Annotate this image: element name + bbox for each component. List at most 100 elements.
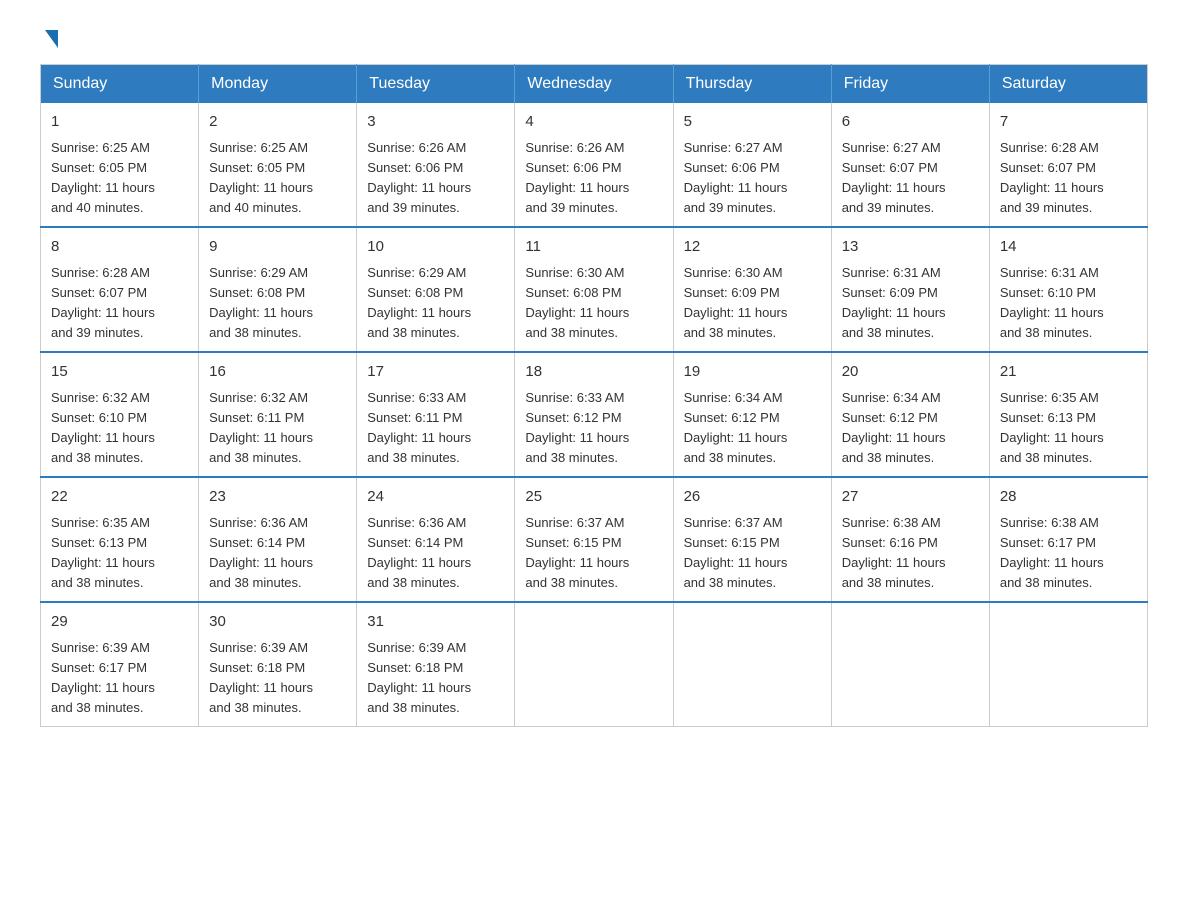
week-row-2: 8 Sunrise: 6:28 AMSunset: 6:07 PMDaylight…: [41, 227, 1148, 352]
calendar-table: SundayMondayTuesdayWednesdayThursdayFrid…: [40, 64, 1148, 727]
day-info: Sunrise: 6:36 AMSunset: 6:14 PMDaylight:…: [367, 515, 471, 590]
day-number: 27: [842, 486, 979, 509]
day-number: 15: [51, 361, 188, 384]
day-info: Sunrise: 6:38 AMSunset: 6:17 PMDaylight:…: [1000, 515, 1104, 590]
day-number: 8: [51, 236, 188, 259]
day-info: Sunrise: 6:27 AMSunset: 6:06 PMDaylight:…: [684, 140, 788, 215]
calendar-cell: 2 Sunrise: 6:25 AMSunset: 6:05 PMDaylight…: [199, 103, 357, 227]
calendar-cell: 18 Sunrise: 6:33 AMSunset: 6:12 PMDayligh…: [515, 352, 673, 477]
logo: [40, 30, 58, 44]
calendar-cell: 8 Sunrise: 6:28 AMSunset: 6:07 PMDaylight…: [41, 227, 199, 352]
calendar-cell: 22 Sunrise: 6:35 AMSunset: 6:13 PMDayligh…: [41, 477, 199, 602]
day-info: Sunrise: 6:39 AMSunset: 6:17 PMDaylight:…: [51, 640, 155, 715]
header-tuesday: Tuesday: [357, 65, 515, 104]
calendar-cell: 4 Sunrise: 6:26 AMSunset: 6:06 PMDaylight…: [515, 103, 673, 227]
calendar-cell: 23Sunrise: 6:36 AMSunset: 6:14 PMDayligh…: [199, 477, 357, 602]
calendar-cell: 21 Sunrise: 6:35 AMSunset: 6:13 PMDayligh…: [989, 352, 1147, 477]
day-info: Sunrise: 6:26 AMSunset: 6:06 PMDaylight:…: [367, 140, 471, 215]
calendar-cell: 7 Sunrise: 6:28 AMSunset: 6:07 PMDaylight…: [989, 103, 1147, 227]
day-number: 21: [1000, 361, 1137, 384]
day-number: 16: [209, 361, 346, 384]
day-number: 25: [525, 486, 662, 509]
calendar-cell: [673, 602, 831, 727]
header-saturday: Saturday: [989, 65, 1147, 104]
day-number: 9: [209, 236, 346, 259]
calendar-cell: 3 Sunrise: 6:26 AMSunset: 6:06 PMDaylight…: [357, 103, 515, 227]
day-info: Sunrise: 6:25 AMSunset: 6:05 PMDaylight:…: [51, 140, 155, 215]
day-info: Sunrise: 6:28 AMSunset: 6:07 PMDaylight:…: [1000, 140, 1104, 215]
calendar-cell: 10 Sunrise: 6:29 AMSunset: 6:08 PMDayligh…: [357, 227, 515, 352]
day-info: Sunrise: 6:39 AMSunset: 6:18 PMDaylight:…: [209, 640, 313, 715]
day-number: 2: [209, 111, 346, 134]
day-info: Sunrise: 6:28 AMSunset: 6:07 PMDaylight:…: [51, 265, 155, 340]
calendar-cell: 31 Sunrise: 6:39 AMSunset: 6:18 PMDayligh…: [357, 602, 515, 727]
day-number: 17: [367, 361, 504, 384]
day-info: Sunrise: 6:35 AMSunset: 6:13 PMDaylight:…: [51, 515, 155, 590]
page-header: [40, 30, 1148, 44]
calendar-cell: 25Sunrise: 6:37 AMSunset: 6:15 PMDayligh…: [515, 477, 673, 602]
header-wednesday: Wednesday: [515, 65, 673, 104]
day-number: 24: [367, 486, 504, 509]
header-friday: Friday: [831, 65, 989, 104]
day-number: 23: [209, 486, 346, 509]
calendar-cell: 9 Sunrise: 6:29 AMSunset: 6:08 PMDaylight…: [199, 227, 357, 352]
day-info: Sunrise: 6:27 AMSunset: 6:07 PMDaylight:…: [842, 140, 946, 215]
calendar-cell: 26Sunrise: 6:37 AMSunset: 6:15 PMDayligh…: [673, 477, 831, 602]
day-info: Sunrise: 6:31 AMSunset: 6:09 PMDaylight:…: [842, 265, 946, 340]
week-row-5: 29 Sunrise: 6:39 AMSunset: 6:17 PMDayligh…: [41, 602, 1148, 727]
calendar-cell: 30Sunrise: 6:39 AMSunset: 6:18 PMDayligh…: [199, 602, 357, 727]
day-info: Sunrise: 6:39 AMSunset: 6:18 PMDaylight:…: [367, 640, 471, 715]
day-info: Sunrise: 6:29 AMSunset: 6:08 PMDaylight:…: [209, 265, 313, 340]
calendar-body: 1 Sunrise: 6:25 AMSunset: 6:05 PMDaylight…: [41, 103, 1148, 727]
day-number: 18: [525, 361, 662, 384]
day-info: Sunrise: 6:35 AMSunset: 6:13 PMDaylight:…: [1000, 390, 1104, 465]
calendar-cell: 5 Sunrise: 6:27 AMSunset: 6:06 PMDaylight…: [673, 103, 831, 227]
day-number: 11: [525, 236, 662, 259]
calendar-cell: 12 Sunrise: 6:30 AMSunset: 6:09 PMDayligh…: [673, 227, 831, 352]
calendar-cell: 16 Sunrise: 6:32 AMSunset: 6:11 PMDayligh…: [199, 352, 357, 477]
week-row-4: 22 Sunrise: 6:35 AMSunset: 6:13 PMDayligh…: [41, 477, 1148, 602]
calendar-cell: [989, 602, 1147, 727]
day-number: 1: [51, 111, 188, 134]
calendar-cell: 15Sunrise: 6:32 AMSunset: 6:10 PMDayligh…: [41, 352, 199, 477]
calendar-cell: 29 Sunrise: 6:39 AMSunset: 6:17 PMDayligh…: [41, 602, 199, 727]
calendar-cell: 11Sunrise: 6:30 AMSunset: 6:08 PMDayligh…: [515, 227, 673, 352]
day-number: 12: [684, 236, 821, 259]
day-info: Sunrise: 6:31 AMSunset: 6:10 PMDaylight:…: [1000, 265, 1104, 340]
day-number: 26: [684, 486, 821, 509]
day-number: 14: [1000, 236, 1137, 259]
day-number: 5: [684, 111, 821, 134]
day-number: 31: [367, 611, 504, 634]
calendar-cell: 28 Sunrise: 6:38 AMSunset: 6:17 PMDayligh…: [989, 477, 1147, 602]
header-sunday: Sunday: [41, 65, 199, 104]
header-monday: Monday: [199, 65, 357, 104]
day-number: 7: [1000, 111, 1137, 134]
calendar-cell: 17Sunrise: 6:33 AMSunset: 6:11 PMDayligh…: [357, 352, 515, 477]
calendar-cell: 13Sunrise: 6:31 AMSunset: 6:09 PMDayligh…: [831, 227, 989, 352]
day-number: 3: [367, 111, 504, 134]
day-number: 22: [51, 486, 188, 509]
calendar-cell: [831, 602, 989, 727]
day-number: 4: [525, 111, 662, 134]
calendar-cell: 27Sunrise: 6:38 AMSunset: 6:16 PMDayligh…: [831, 477, 989, 602]
day-info: Sunrise: 6:29 AMSunset: 6:08 PMDaylight:…: [367, 265, 471, 340]
week-row-3: 15Sunrise: 6:32 AMSunset: 6:10 PMDayligh…: [41, 352, 1148, 477]
calendar-cell: 14 Sunrise: 6:31 AMSunset: 6:10 PMDayligh…: [989, 227, 1147, 352]
calendar-cell: 20Sunrise: 6:34 AMSunset: 6:12 PMDayligh…: [831, 352, 989, 477]
day-info: Sunrise: 6:32 AMSunset: 6:11 PMDaylight:…: [209, 390, 313, 465]
day-number: 28: [1000, 486, 1137, 509]
day-number: 19: [684, 361, 821, 384]
header-thursday: Thursday: [673, 65, 831, 104]
day-info: Sunrise: 6:25 AMSunset: 6:05 PMDaylight:…: [209, 140, 313, 215]
day-number: 29: [51, 611, 188, 634]
day-info: Sunrise: 6:30 AMSunset: 6:09 PMDaylight:…: [684, 265, 788, 340]
day-info: Sunrise: 6:26 AMSunset: 6:06 PMDaylight:…: [525, 140, 629, 215]
calendar-cell: [515, 602, 673, 727]
day-number: 10: [367, 236, 504, 259]
calendar-cell: 24 Sunrise: 6:36 AMSunset: 6:14 PMDayligh…: [357, 477, 515, 602]
day-number: 20: [842, 361, 979, 384]
day-number: 6: [842, 111, 979, 134]
calendar-cell: 19Sunrise: 6:34 AMSunset: 6:12 PMDayligh…: [673, 352, 831, 477]
calendar-cell: 6 Sunrise: 6:27 AMSunset: 6:07 PMDaylight…: [831, 103, 989, 227]
day-info: Sunrise: 6:33 AMSunset: 6:12 PMDaylight:…: [525, 390, 629, 465]
